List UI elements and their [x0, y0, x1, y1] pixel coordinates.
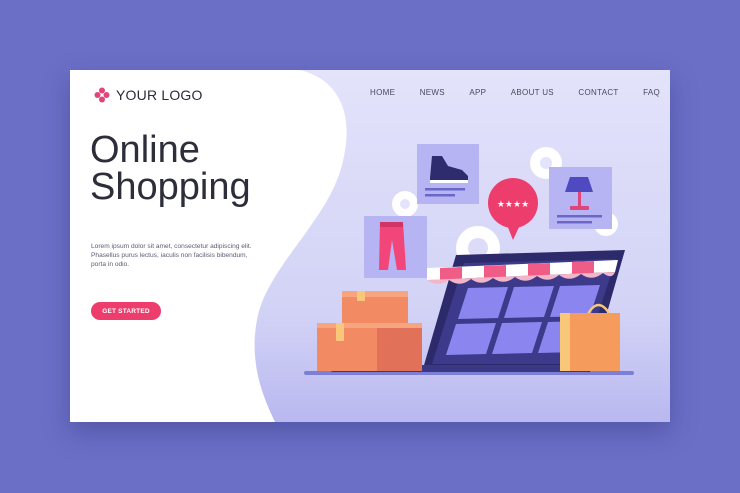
boxes-icon: [317, 291, 422, 371]
lamp-icon: [549, 167, 612, 229]
rating-bubble-icon: ★★★★: [488, 178, 538, 240]
shopping-illustration: ★★★★: [304, 144, 634, 375]
shopping-bag-icon: [560, 303, 620, 371]
landing-card: YOUR LOGO HOME NEWS APP ABOUT US CONTACT…: [70, 70, 670, 422]
pants-icon: [364, 216, 427, 278]
sneaker-icon: [417, 144, 479, 204]
svg-text:★★★★: ★★★★: [497, 200, 529, 210]
